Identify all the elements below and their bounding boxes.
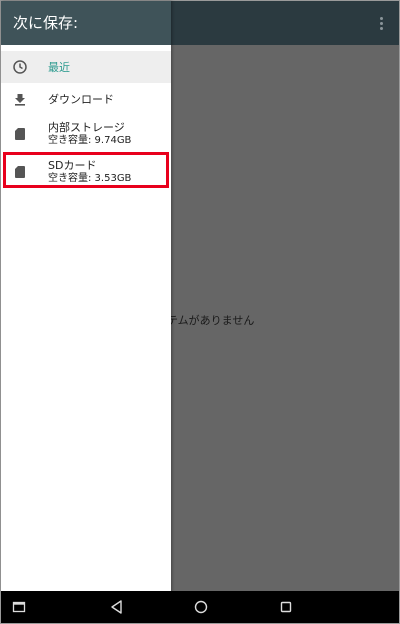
save-to-drawer: 次に保存: 最近 ダウンロード 内部ストレージ 空き容量: 9.74GB SDカ… (1, 1, 171, 592)
drawer-item-label: 内部ストレージ (48, 121, 125, 134)
drawer-item-label: 最近 (48, 60, 70, 74)
download-icon (15, 94, 25, 106)
overflow-menu-icon[interactable] (373, 13, 389, 33)
drawer-list: 最近 ダウンロード 内部ストレージ 空き容量: 9.74GB SDカード 空き容… (1, 45, 171, 191)
empty-message: テムがありません (167, 314, 255, 327)
drawer-title: 次に保存: (1, 1, 171, 45)
drawer-item-label: ダウンロード (48, 92, 114, 106)
drawer-item-label: SDカード (48, 159, 97, 172)
drawer-item-internal-storage[interactable]: 内部ストレージ 空き容量: 9.74GB (1, 115, 171, 153)
drawer-item-recent[interactable]: 最近 (1, 51, 171, 83)
recents-app-icon[interactable] (9, 597, 29, 617)
drawer-item-downloads[interactable]: ダウンロード (1, 83, 171, 115)
clock-icon (13, 60, 27, 74)
system-nav-bar (1, 591, 399, 623)
storage-icon (15, 128, 25, 140)
back-icon[interactable] (107, 597, 127, 617)
home-icon[interactable] (191, 597, 211, 617)
drawer-item-free-space: 空き容量: 9.74GB (48, 135, 132, 146)
sd-card-icon (15, 166, 25, 178)
drawer-item-sd-card[interactable]: SDカード 空き容量: 3.53GB (1, 153, 171, 191)
overview-icon[interactable] (276, 597, 296, 617)
drawer-item-free-space: 空き容量: 3.53GB (48, 173, 132, 184)
